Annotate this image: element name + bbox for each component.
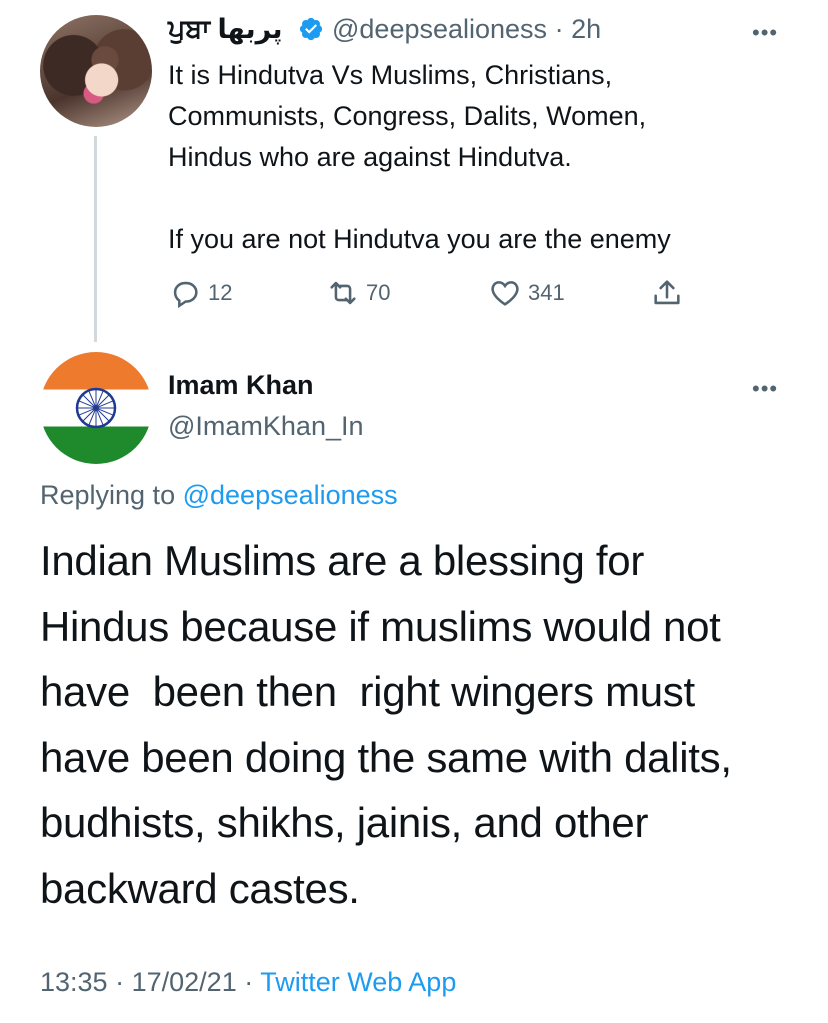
separator: · — [244, 967, 254, 997]
display-name-deepsealioness[interactable]: ਪੁਬਾ پربھا — [168, 14, 283, 46]
share-action[interactable] — [650, 276, 684, 310]
replying-to-handle-link[interactable]: @deepsealioness — [183, 480, 398, 510]
handle-imamkhan[interactable]: @ImamKhan_In — [168, 411, 364, 442]
display-name-imamkhan[interactable]: Imam Khan — [168, 370, 314, 401]
separator: · — [115, 967, 125, 997]
tweet-time[interactable]: 2h — [571, 14, 601, 44]
heart-icon — [491, 281, 519, 306]
retweet-action[interactable]: 70 — [326, 276, 390, 310]
avatar-deepsealioness[interactable] — [40, 15, 152, 127]
tweet-time[interactable]: 13:35 — [40, 967, 108, 997]
replying-to: Replying to @deepsealioness — [40, 480, 398, 511]
ashoka-chakra-icon — [75, 387, 117, 429]
retweet-icon — [330, 281, 356, 305]
reply-icon — [173, 281, 198, 309]
verified-badge-icon — [299, 17, 323, 41]
share-icon — [654, 280, 680, 305]
tweet-text: It is Hindutva Vs Muslims, Christians, C… — [168, 60, 671, 254]
source-app-link[interactable]: Twitter Web App — [260, 967, 456, 997]
tweet-meta: 13:35 · 17/02/21 · Twitter Web App — [40, 967, 456, 998]
thread-connector-line — [94, 136, 97, 342]
more-dots-icon[interactable]: ••• — [752, 20, 778, 46]
reply-count: 12 — [208, 280, 233, 305]
tweet-date[interactable]: 17/02/21 — [132, 967, 237, 997]
reply-text: Indian Muslims are a blessing for Hindus… — [40, 537, 732, 912]
reply-action[interactable]: 12 — [168, 276, 232, 310]
retweet-count: 70 — [366, 280, 391, 305]
like-count: 341 — [528, 280, 565, 305]
more-dots-icon[interactable]: ••• — [752, 376, 778, 402]
tweet-header-meta: @deepsealioness · 2h — [332, 14, 601, 45]
handle-deepsealioness[interactable]: @deepsealioness — [332, 14, 547, 44]
like-action[interactable]: 341 — [488, 276, 565, 310]
separator: · — [554, 14, 564, 44]
replying-label: Replying to — [40, 480, 176, 510]
